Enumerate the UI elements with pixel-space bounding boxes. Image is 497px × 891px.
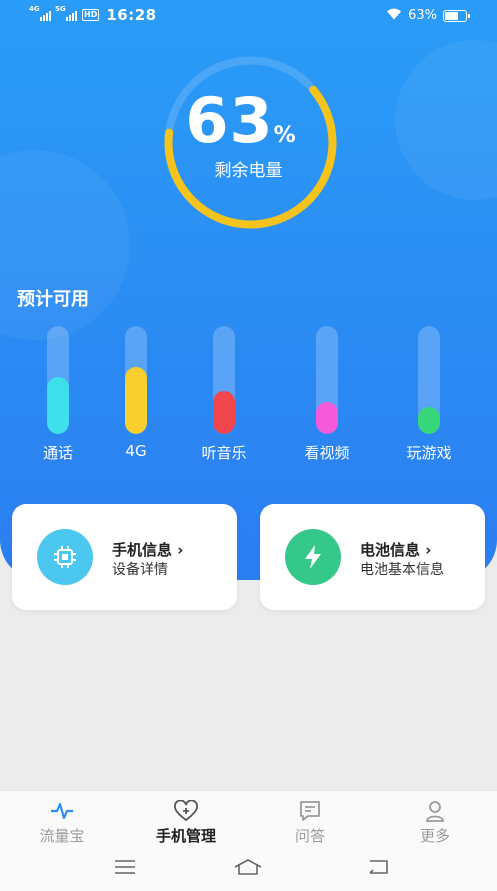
- estimate-bar-track: [418, 326, 440, 434]
- battery-value: 63%: [0, 90, 497, 152]
- tab-label: 更多: [419, 827, 450, 845]
- lightning-icon: [285, 529, 341, 585]
- estimate-bar-track: [213, 326, 235, 434]
- signal-type-label: 5G: [55, 5, 66, 13]
- signal-icon: 5G: [55, 5, 77, 21]
- signal-type-label: 4G: [29, 5, 40, 13]
- card-title-text: 电池信息: [360, 541, 421, 559]
- chevron-right-icon: ›: [425, 541, 432, 559]
- battery-header: 4G 5G HD 16:28 63% 63% 剩余电量 预计可用 通话 4G 听…: [0, 0, 497, 580]
- estimate-label: 4G: [125, 442, 147, 460]
- tab-label: 问答: [294, 827, 325, 845]
- estimate-bar-fill: [47, 376, 69, 434]
- clock: 16:28: [106, 6, 157, 24]
- battery-percent-unit: %: [273, 123, 296, 148]
- estimate-label: 看视频: [304, 444, 350, 462]
- estimate-bar-track: [47, 326, 69, 434]
- estimate-bar-track: [316, 326, 338, 434]
- card-title: 手机信息 ›: [112, 539, 183, 560]
- battery-remaining-label: 剩余电量: [214, 161, 283, 181]
- estimate-bar-fill: [316, 401, 338, 434]
- tab-label: 手机管理: [155, 827, 216, 845]
- estimate-label: 玩游戏: [406, 444, 452, 462]
- wifi-icon: [386, 7, 402, 24]
- tab-more[interactable]: 更多: [385, 799, 485, 846]
- battery-percent: 63%: [408, 8, 437, 23]
- pulse-icon: [12, 799, 112, 823]
- card-subtitle: 设备详情: [112, 562, 168, 578]
- estimate-label: 听音乐: [201, 444, 247, 462]
- tab-qa[interactable]: 问答: [260, 799, 360, 846]
- menu-icon[interactable]: [110, 855, 140, 879]
- signal-icon: 4G: [29, 5, 51, 21]
- heart-plus-icon: [136, 799, 236, 823]
- card-subtitle: 电池基本信息: [360, 562, 444, 578]
- system-nav-bar: [0, 845, 497, 891]
- card-title: 电池信息 ›: [360, 539, 431, 560]
- phone-info-card[interactable]: 手机信息 › 设备详情: [12, 504, 237, 610]
- back-icon[interactable]: [363, 855, 393, 879]
- hd-badge: HD: [82, 9, 100, 21]
- estimate-bar-track: [125, 326, 147, 434]
- tab-phone-management[interactable]: 手机管理: [136, 799, 236, 846]
- estimate-title: 预计可用: [17, 289, 89, 310]
- estimate-bar-fill: [125, 367, 147, 434]
- estimate-bar-fill: [418, 407, 440, 434]
- card-title-text: 手机信息: [112, 541, 173, 559]
- tab-traffic[interactable]: 流量宝: [12, 799, 112, 846]
- estimate-bar-fill: [213, 390, 235, 434]
- tab-label: 流量宝: [39, 827, 85, 845]
- battery-icon: [443, 9, 470, 22]
- chevron-right-icon: ›: [177, 541, 184, 559]
- person-icon: [385, 799, 485, 823]
- battery-info-card[interactable]: 电池信息 › 电池基本信息: [260, 504, 485, 610]
- usage-estimate-bars: 通话 4G 听音乐 看视频 玩游戏: [0, 326, 497, 466]
- estimate-label: 通话: [42, 444, 73, 462]
- home-icon[interactable]: [233, 855, 263, 879]
- status-bar: 4G 5G HD 16:28 63%: [0, 0, 497, 32]
- battery-percent-number: 63: [185, 84, 274, 157]
- chip-icon: [37, 529, 93, 585]
- bottom-tab-bar: 流量宝 手机管理 问答 更多: [0, 790, 497, 845]
- message-icon: [260, 799, 360, 823]
